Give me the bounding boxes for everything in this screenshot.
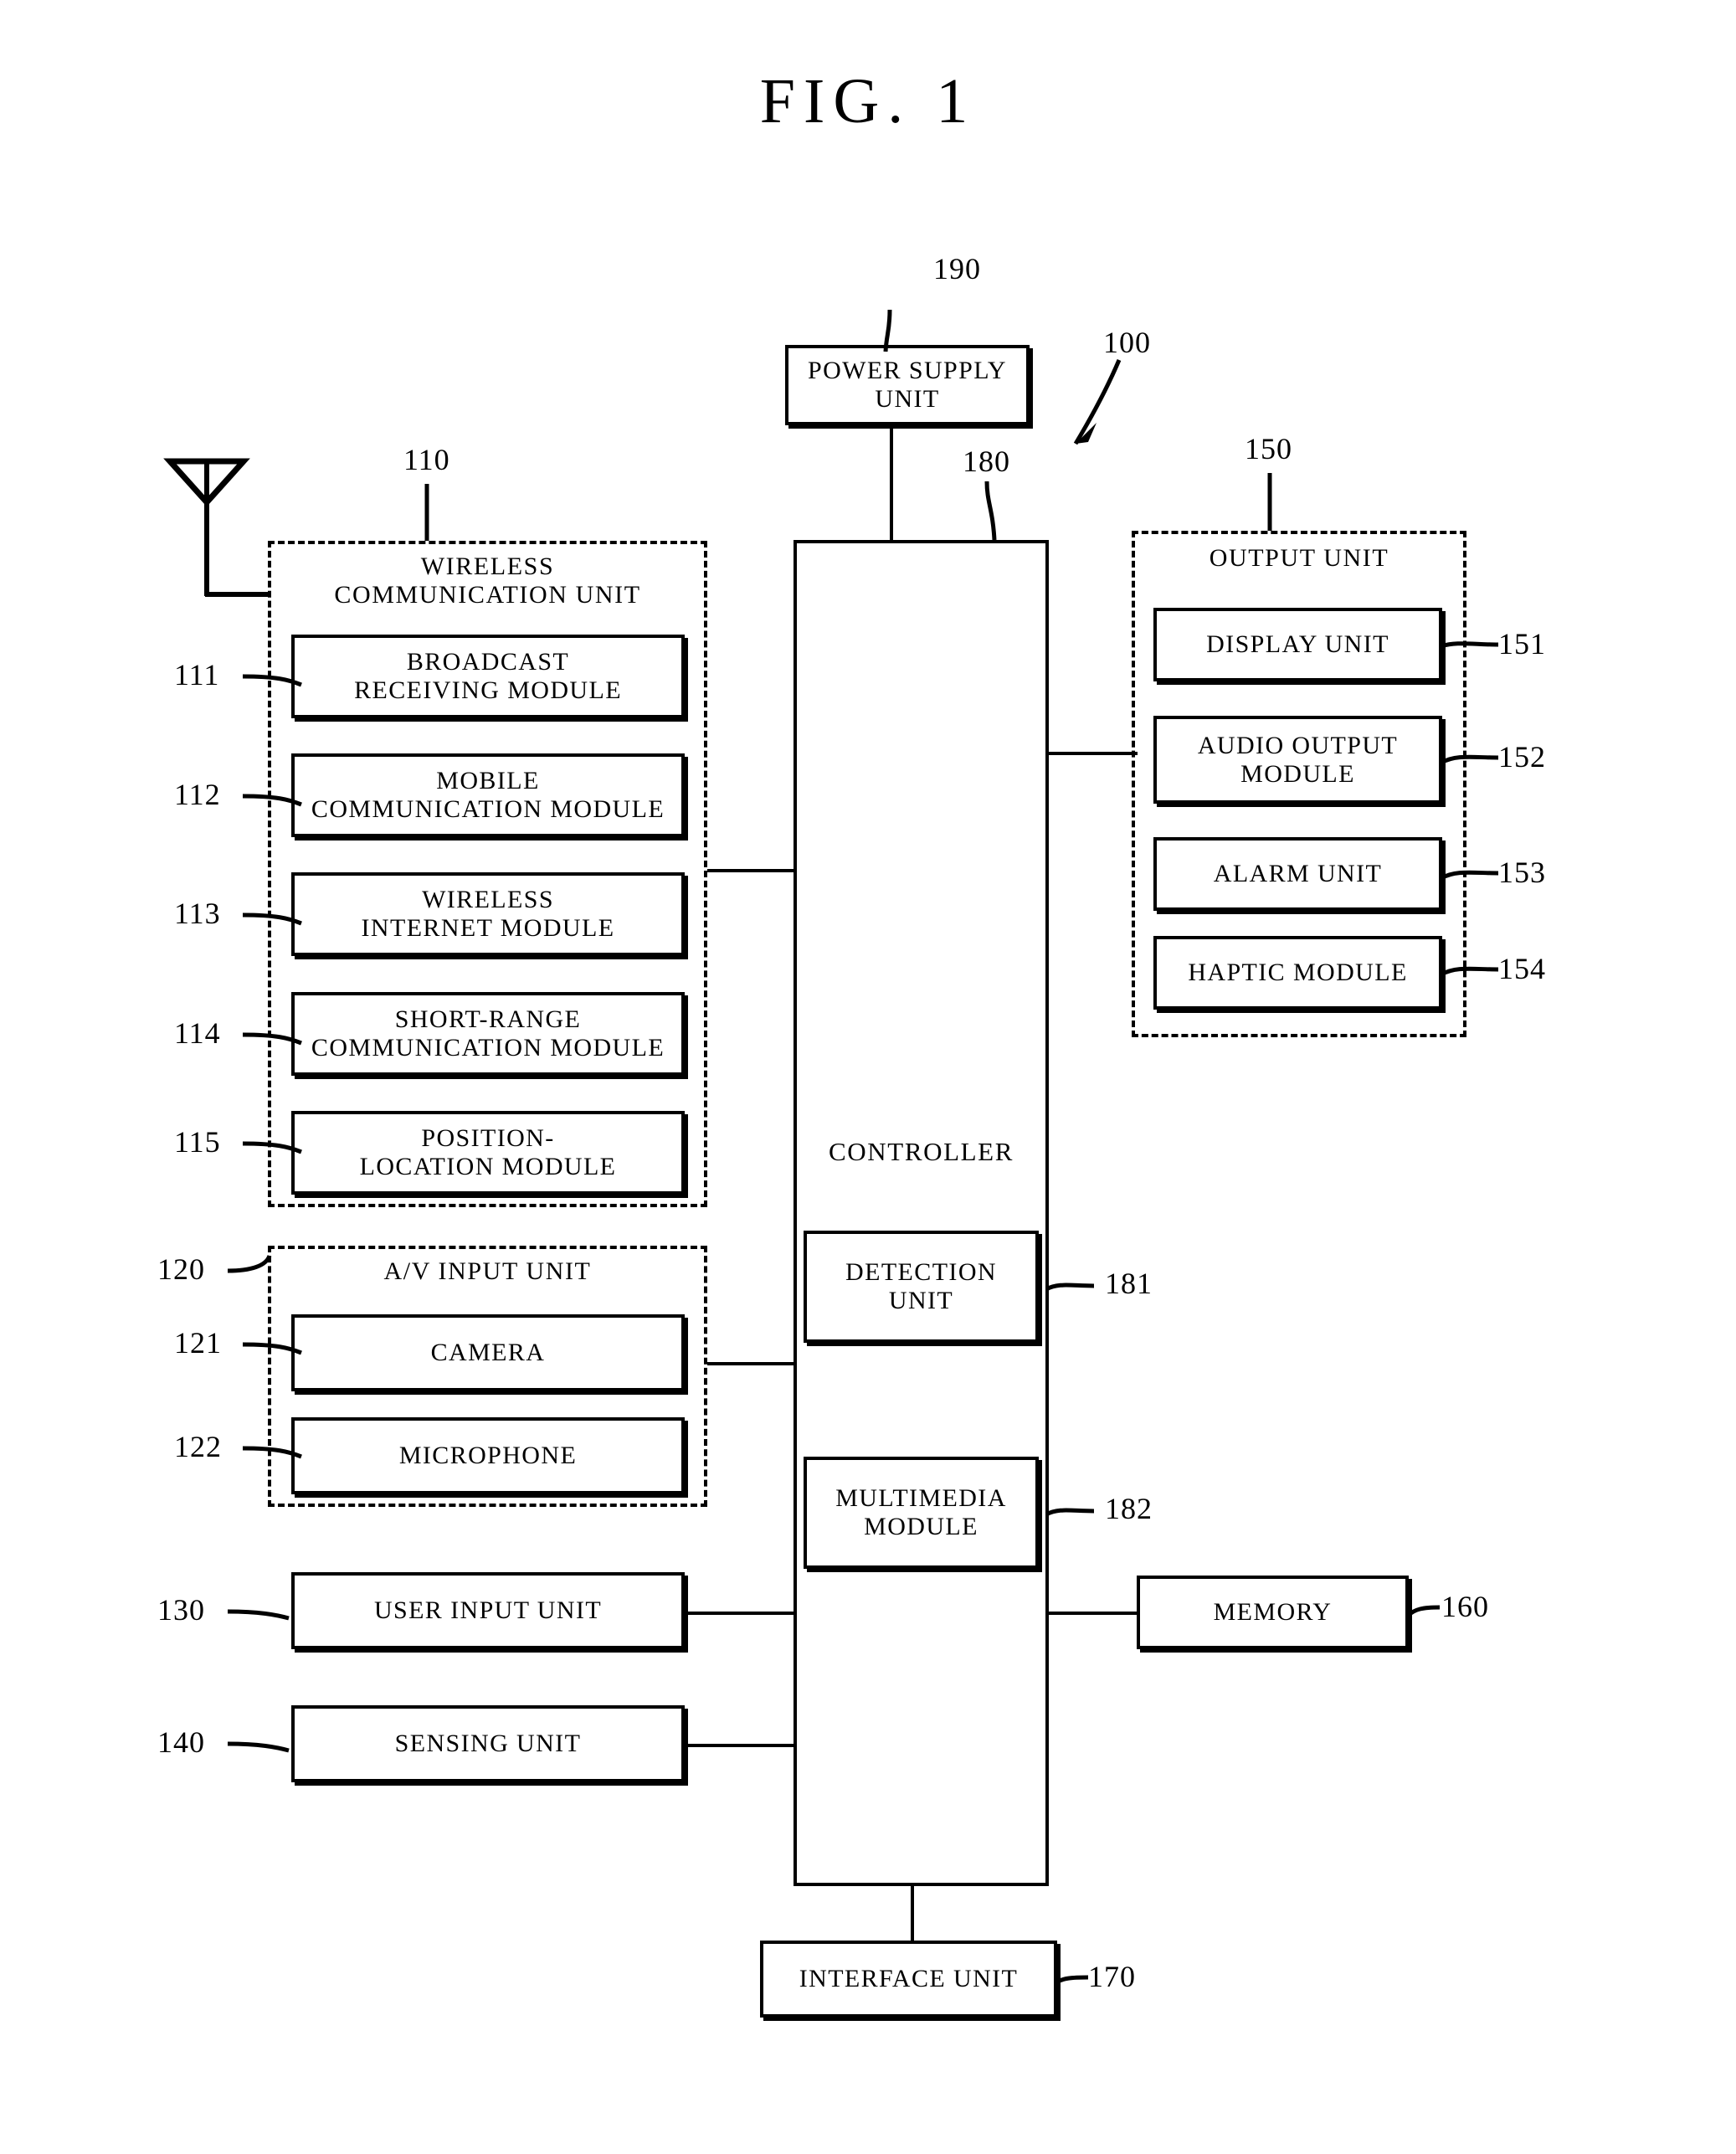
power-supply-unit-box[interactable]: POWER SUPPLY UNIT — [785, 345, 1030, 425]
connector-power-to-controller — [890, 419, 893, 544]
wireless-internet-module-label-line1: WIRELESS — [422, 886, 554, 914]
camera-box[interactable]: CAMERA — [291, 1314, 685, 1391]
camera-label: CAMERA — [430, 1339, 546, 1367]
alarm-unit-box[interactable]: ALARM UNIT — [1153, 837, 1442, 911]
mobile-communication-module-label-line2: COMMUNICATION MODULE — [311, 795, 665, 823]
microphone-box[interactable]: MICROPHONE — [291, 1417, 685, 1494]
wireless-communication-unit-title-line1: WIRELESS — [420, 553, 555, 580]
audio-output-module-label-line2: MODULE — [1240, 759, 1355, 788]
mobile-communication-module-box[interactable]: MOBILE COMMUNICATION MODULE — [291, 753, 685, 837]
short-range-communication-module-label-line1: SHORT-RANGE — [394, 1005, 582, 1034]
multimedia-module-label-line1: MULTIMEDIA — [835, 1484, 1007, 1513]
haptic-module-box[interactable]: HAPTIC MODULE — [1153, 936, 1442, 1010]
ref-114: 114 — [174, 1016, 221, 1050]
ref-150: 150 — [1245, 432, 1292, 465]
connector-wireless-to-controller — [707, 869, 799, 872]
ref-180: 180 — [963, 445, 1010, 478]
alarm-unit-label: ALARM UNIT — [1213, 860, 1383, 888]
interface-unit-box[interactable]: INTERFACE UNIT — [760, 1941, 1057, 2018]
output-unit-title: OUTPUT UNIT — [1209, 544, 1389, 572]
ref-115: 115 — [174, 1125, 221, 1159]
ref-111: 111 — [174, 658, 220, 691]
patent-figure-page: FIG. 1 POWER SUPPLY UNIT 190 100 CONTROL… — [0, 0, 1736, 2154]
display-unit-box[interactable]: DISPLAY UNIT — [1153, 608, 1442, 681]
ref-152: 152 — [1498, 740, 1546, 774]
wireless-internet-module-label-line2: INTERNET MODULE — [361, 914, 615, 942]
power-supply-unit-label-line1: POWER SUPPLY — [807, 357, 1007, 385]
connector-userinput-to-controller — [685, 1612, 802, 1615]
memory-label: MEMORY — [1213, 1598, 1333, 1627]
interface-unit-label: INTERFACE UNIT — [799, 1965, 1019, 1993]
detection-unit-label-line2: UNIT — [888, 1287, 954, 1314]
antenna-icon — [163, 458, 250, 507]
detection-unit-box[interactable]: DETECTION UNIT — [804, 1231, 1039, 1343]
sensing-unit-label: SENSING UNIT — [394, 1730, 582, 1758]
ref-120: 120 — [157, 1252, 205, 1286]
ref-110: 110 — [403, 443, 450, 476]
ref-151: 151 — [1498, 627, 1546, 661]
ref-182: 182 — [1105, 1492, 1153, 1525]
connector-sensing-to-controller — [685, 1744, 802, 1747]
user-input-unit-label: USER INPUT UNIT — [373, 1596, 603, 1625]
short-range-communication-module-label-line2: COMMUNICATION MODULE — [311, 1034, 665, 1062]
mobile-communication-module-label-line1: MOBILE — [436, 767, 540, 795]
broadcast-receiving-module-label-line2: RECEIVING MODULE — [354, 676, 622, 704]
wireless-internet-module-box[interactable]: WIRELESS INTERNET MODULE — [291, 872, 685, 956]
controller-label: CONTROLLER — [829, 1137, 1014, 1166]
detection-unit-label-line1: DETECTION — [845, 1258, 997, 1287]
page-title: FIG. 1 — [759, 66, 977, 136]
display-unit-label: DISPLAY UNIT — [1206, 630, 1389, 659]
connector-controller-to-interface — [911, 1884, 914, 1944]
ref-181: 181 — [1105, 1267, 1153, 1300]
ref-154: 154 — [1498, 952, 1546, 985]
power-supply-unit-label-line2: UNIT — [875, 385, 940, 413]
ref-121: 121 — [174, 1326, 222, 1360]
ref-113: 113 — [174, 897, 221, 930]
connector-av-to-controller — [707, 1362, 799, 1365]
wireless-communication-unit-title: WIRELESS COMMUNICATION UNIT — [268, 553, 707, 609]
ref-153: 153 — [1498, 856, 1546, 889]
position-location-module-box[interactable]: POSITION- LOCATION MODULE — [291, 1111, 685, 1195]
connector-controller-to-output — [1045, 752, 1138, 755]
ref-112: 112 — [174, 778, 221, 811]
microphone-label: MICROPHONE — [398, 1442, 578, 1470]
short-range-communication-module-box[interactable]: SHORT-RANGE COMMUNICATION MODULE — [291, 992, 685, 1076]
wireless-communication-unit-title-line2: COMMUNICATION UNIT — [334, 581, 641, 609]
haptic-module-label: HAPTIC MODULE — [1188, 959, 1408, 987]
broadcast-receiving-module-box[interactable]: BROADCAST RECEIVING MODULE — [291, 635, 685, 718]
ref-170: 170 — [1088, 1960, 1136, 1993]
av-input-unit-title: A/V INPUT UNIT — [383, 1257, 592, 1285]
multimedia-module-label-line2: MODULE — [864, 1513, 978, 1540]
ref-190: 190 — [933, 252, 981, 285]
multimedia-module-box[interactable]: MULTIMEDIA MODULE — [804, 1457, 1039, 1569]
ref-100: 100 — [1103, 326, 1151, 359]
sensing-unit-box[interactable]: SENSING UNIT — [291, 1705, 685, 1782]
ref-140: 140 — [157, 1725, 205, 1759]
ref-160: 160 — [1441, 1590, 1489, 1623]
memory-box[interactable]: MEMORY — [1137, 1576, 1409, 1649]
user-input-unit-box[interactable]: USER INPUT UNIT — [291, 1572, 685, 1649]
audio-output-module-label-line1: AUDIO OUTPUT — [1197, 731, 1399, 759]
position-location-module-label-line2: LOCATION MODULE — [359, 1153, 617, 1180]
position-location-module-label-line1: POSITION- — [421, 1124, 555, 1153]
ref-130: 130 — [157, 1593, 205, 1627]
connector-controller-to-memory — [1045, 1612, 1138, 1615]
ref-122: 122 — [174, 1430, 222, 1463]
controller-box[interactable] — [794, 540, 1049, 1886]
broadcast-receiving-module-label-line1: BROADCAST — [406, 648, 570, 676]
audio-output-module-box[interactable]: AUDIO OUTPUT MODULE — [1153, 716, 1442, 804]
